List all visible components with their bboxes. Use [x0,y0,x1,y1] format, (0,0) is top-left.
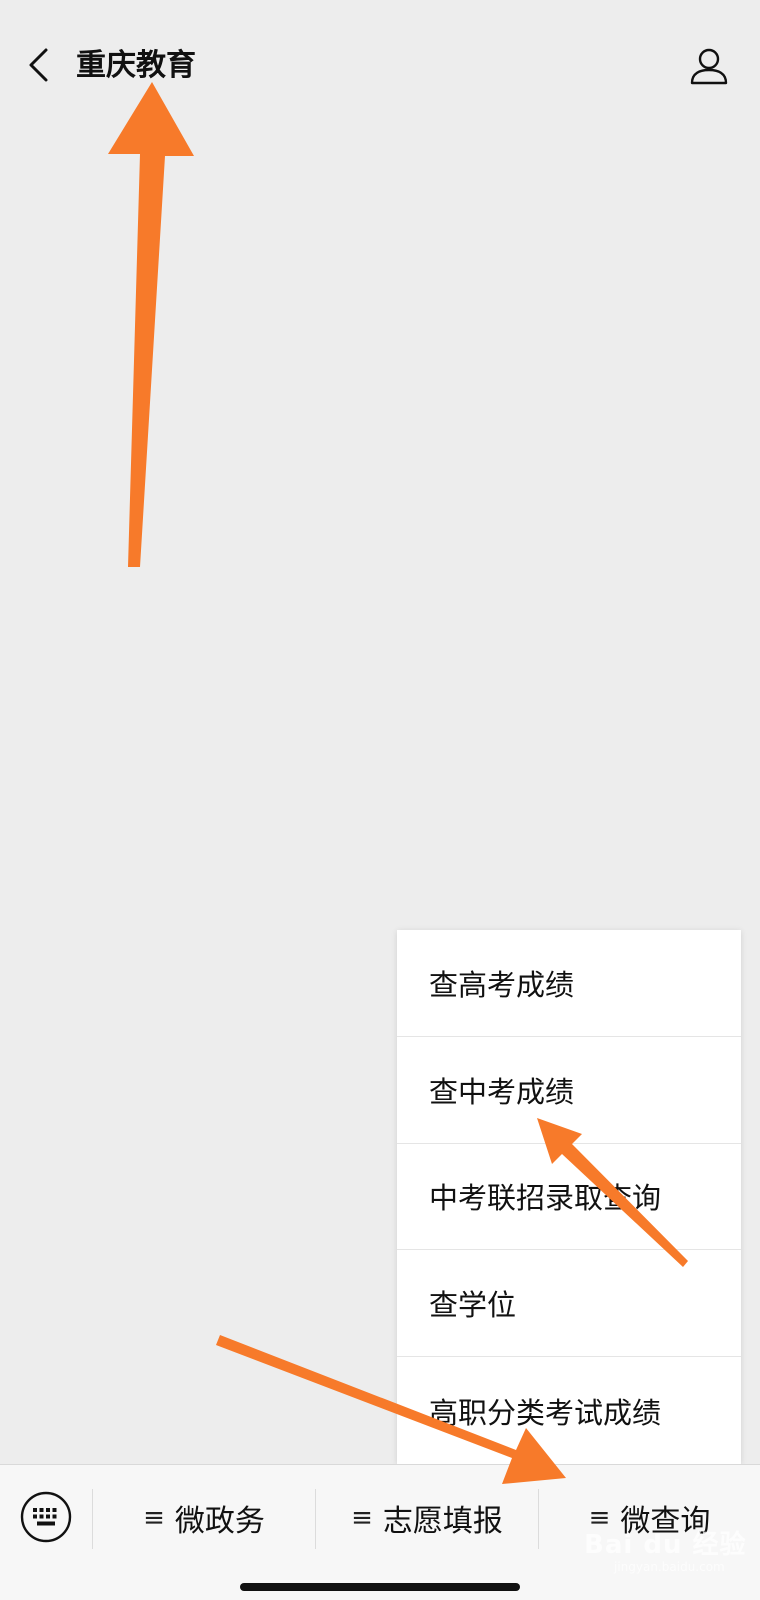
watermark-logo: Bai du 经验 [584,1530,747,1560]
watermark-url: jingyan.baidu.com [614,1560,725,1574]
menu-item-vocational-score[interactable]: 高职分类考试成绩 [397,1357,741,1464]
top-nav-bar: 重庆教育 [0,0,760,112]
back-button[interactable] [18,40,58,90]
person-icon [690,48,728,85]
menu-item-zhongkao-admission[interactable]: 中考联招录取查询 [397,1144,741,1251]
chevron-left-icon [29,48,48,82]
list-icon: ≡ [143,1503,165,1533]
keyboard-toggle-button[interactable] [20,1491,72,1543]
tab-label: 微政务 [174,1504,265,1539]
home-indicator [240,1583,520,1591]
tab-zhiyuan-tianbao[interactable]: ≡ 志愿填报 [316,1485,538,1551]
keyboard-icon [20,1491,72,1543]
submenu-popup: 查高考成绩 查中考成绩 中考联招录取查询 查学位 高职分类考试成绩 [397,930,741,1464]
menu-item-gaokao-score[interactable]: 查高考成绩 [397,930,741,1037]
profile-button[interactable] [684,42,734,90]
menu-item-zhongkao-score[interactable]: 查中考成绩 [397,1037,741,1144]
page-title: 重庆教育 [76,48,196,83]
tab-wei-zhengwu[interactable]: ≡ 微政务 [93,1485,315,1551]
tab-label: 志愿填报 [382,1504,503,1539]
list-icon: ≡ [351,1503,373,1533]
menu-item-school-place[interactable]: 查学位 [397,1250,741,1358]
